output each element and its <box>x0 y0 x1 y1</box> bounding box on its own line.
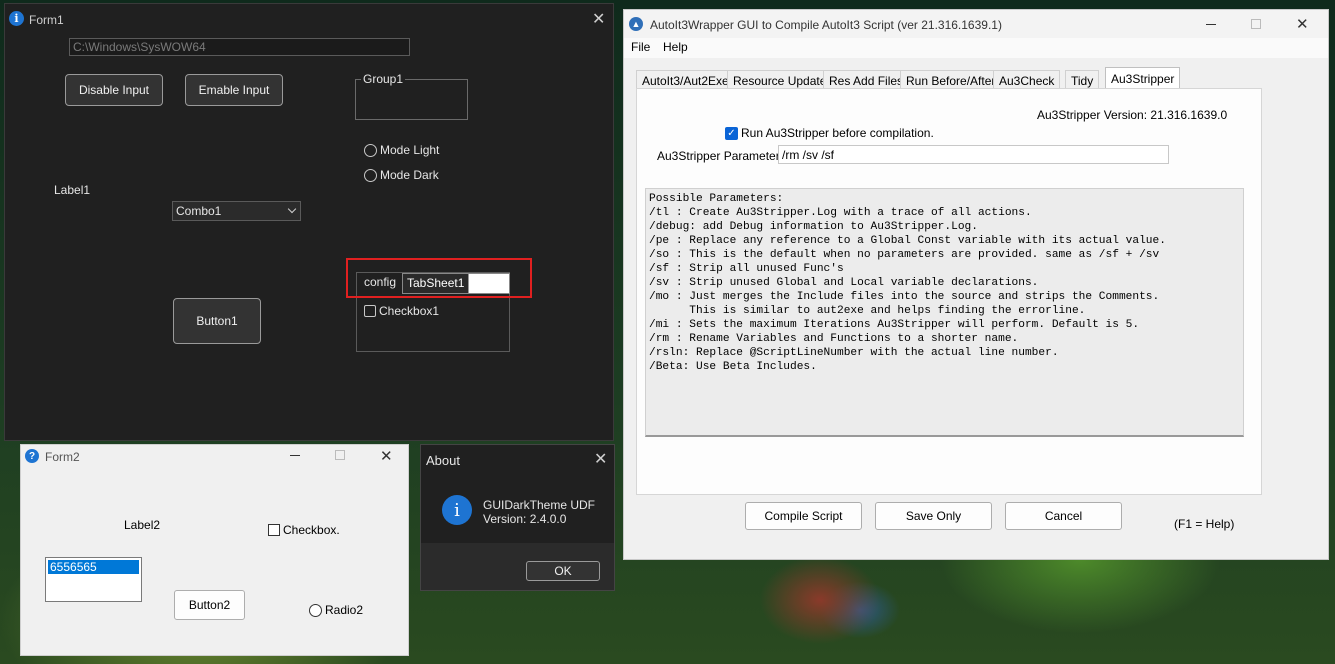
tab-run-before-after[interactable]: Run Before/After <box>900 70 1002 90</box>
list-item[interactable]: 6556565 <box>48 560 139 574</box>
minimize-icon[interactable] <box>290 455 300 456</box>
group1-label: Group1 <box>361 72 406 86</box>
info-icon: i <box>442 495 472 525</box>
checkbox-icon <box>268 524 280 536</box>
help-line: Possible Parameters: <box>649 193 784 205</box>
help-line: /debug: add Debug information to Au3Stri… <box>649 221 978 233</box>
listbox[interactable]: 6556565 <box>45 557 142 602</box>
compile-script-button[interactable]: Compile Script <box>745 502 862 530</box>
about-line2: Version: 2.4.0.0 <box>483 512 567 526</box>
wrapper-window: ▲ AutoIt3Wrapper GUI to Compile AutoIt3 … <box>623 9 1329 560</box>
wrapper-close-icon[interactable]: ✕ <box>1296 15 1309 33</box>
help-icon: ? <box>25 449 39 463</box>
form2-title: Form2 <box>45 450 80 464</box>
radio-mode-dark[interactable]: Mode Dark <box>364 168 439 182</box>
cancel-button[interactable]: Cancel <box>1005 502 1122 530</box>
checkbox-dot-label: Checkbox. <box>283 523 340 537</box>
about-body: i GUIDarkTheme UDF Version: 2.4.0.0 <box>421 473 614 543</box>
label1: Label1 <box>54 183 91 197</box>
path-input[interactable]: C:\Windows\SysWOW64 <box>69 38 410 56</box>
help-line: /tl : Create Au3Stripper.Log with a trac… <box>649 207 1032 219</box>
form1-close-icon[interactable]: ✕ <box>592 12 605 28</box>
checkbox1[interactable]: Checkbox1 <box>364 304 439 318</box>
about-title: About <box>426 453 460 468</box>
tab-resource-update[interactable]: Resource Update <box>727 70 833 90</box>
params-input[interactable]: /rm /sv /sf <box>778 145 1169 164</box>
wrapper-titlebar[interactable]: ▲ AutoIt3Wrapper GUI to Compile AutoIt3 … <box>624 10 1328 38</box>
tab-panel: Au3Stripper Version: 21.316.1639.0 ✓ Run… <box>636 88 1262 495</box>
tab-strip: AutoIt3/Aut2Exe Resource Update Res Add … <box>636 67 1264 90</box>
minimize-icon[interactable] <box>1206 24 1216 25</box>
run-au3stripper-label: Run Au3Stripper before compilation. <box>741 126 934 140</box>
combo1-select[interactable]: Combo1 <box>172 201 301 221</box>
help-line: /pe : Replace any reference to a Global … <box>649 235 1166 247</box>
radio-mode-dark-label: Mode Dark <box>380 168 439 182</box>
chevron-down-icon <box>287 204 297 214</box>
label2: Label2 <box>124 518 161 532</box>
menu-file[interactable]: File <box>631 40 650 54</box>
radio-circle-icon <box>309 603 322 617</box>
path-input-value: C:\Windows\SysWOW64 <box>73 40 206 54</box>
radio2[interactable]: Radio2 <box>309 603 363 617</box>
checkbox1-label: Checkbox1 <box>379 304 440 318</box>
tab-tidy[interactable]: Tidy <box>1065 70 1100 90</box>
help-line: /mo : Just merges the Include files into… <box>649 291 1160 303</box>
menu-bar: File Help <box>624 38 1328 58</box>
tab-autoit-aut2exe[interactable]: AutoIt3/Aut2Exe <box>636 70 735 90</box>
run-au3stripper-checkbox[interactable]: ✓ Run Au3Stripper before compilation. <box>725 126 934 140</box>
form1-window: i Form1 ✕ C:\Windows\SysWOW64 Disable In… <box>4 3 614 441</box>
f1-help-hint: (F1 = Help) <box>1174 517 1235 531</box>
help-line: /rm : Rename Variables and Functions to … <box>649 333 1019 345</box>
enable-input-button[interactable]: Emable Input <box>185 74 283 106</box>
maximize-icon[interactable] <box>1251 19 1261 29</box>
menu-help[interactable]: Help <box>663 40 688 54</box>
checkbox-icon <box>364 305 376 317</box>
checkbox-dot[interactable]: Checkbox. <box>268 523 340 537</box>
help-line: /mi : Sets the maximum Iterations Au3Str… <box>649 319 1140 331</box>
info-icon: i <box>9 11 24 26</box>
highlight-box <box>346 258 532 298</box>
params-help-text: Possible Parameters: /tl : Create Au3Str… <box>645 188 1244 437</box>
wrapper-title: AutoIt3Wrapper GUI to Compile AutoIt3 Sc… <box>650 18 1002 32</box>
radio2-label: Radio2 <box>325 603 364 617</box>
help-line: /sf : Strip all unused Func's <box>649 263 844 275</box>
radio-mode-light[interactable]: Mode Light <box>364 143 439 157</box>
checkmark-icon: ✓ <box>725 126 738 140</box>
about-window: About ✕ i GUIDarkTheme UDF Version: 2.4.… <box>420 444 615 591</box>
tab-au3check[interactable]: Au3Check <box>993 70 1061 90</box>
tab-au3stripper[interactable]: Au3Stripper <box>1105 67 1181 90</box>
help-line: /rsln: Replace @ScriptLineNumber with th… <box>649 347 1059 359</box>
au3stripper-version: Au3Stripper Version: 21.316.1639.0 <box>1037 108 1228 122</box>
disable-input-button[interactable]: Disable Input <box>65 74 163 106</box>
params-input-value: /rm /sv /sf <box>782 148 834 162</box>
about-close-icon[interactable]: ✕ <box>594 452 607 468</box>
params-label: Au3Stripper Parameters : <box>657 149 793 163</box>
button1[interactable]: Button1 <box>173 298 261 344</box>
form1-titlebar[interactable]: i Form1 ✕ <box>5 4 613 34</box>
maximize-icon[interactable] <box>335 450 345 460</box>
about-line1: GUIDarkTheme UDF <box>483 498 596 512</box>
radio-mode-light-label: Mode Light <box>380 143 440 157</box>
about-titlebar[interactable]: About ✕ <box>421 445 614 473</box>
help-line: /so : This is the default when no parame… <box>649 249 1160 261</box>
radio-circle-icon <box>364 168 377 182</box>
ok-button[interactable]: OK <box>526 561 600 581</box>
form2-titlebar[interactable]: ? Form2 ✕ <box>21 445 408 467</box>
tab-res-add-files[interactable]: Res Add Files <box>823 70 910 90</box>
combo1-value: Combo1 <box>176 204 222 218</box>
form2-close-icon[interactable]: ✕ <box>380 447 393 465</box>
radio-circle-icon <box>364 143 377 157</box>
autoit-logo-icon: ▲ <box>629 17 643 31</box>
help-line: This is similar to aut2exe and helps fin… <box>649 305 1086 317</box>
form1-title: Form1 <box>29 13 64 27</box>
button2[interactable]: Button2 <box>174 590 245 620</box>
save-only-button[interactable]: Save Only <box>875 502 992 530</box>
help-line: /sv : Strip unused Global and Local vari… <box>649 277 1039 289</box>
help-line: /Beta: Use Beta Includes. <box>649 361 817 373</box>
form2-window: ? Form2 ✕ Label2 Checkbox. 6556565 Butto… <box>20 444 409 656</box>
